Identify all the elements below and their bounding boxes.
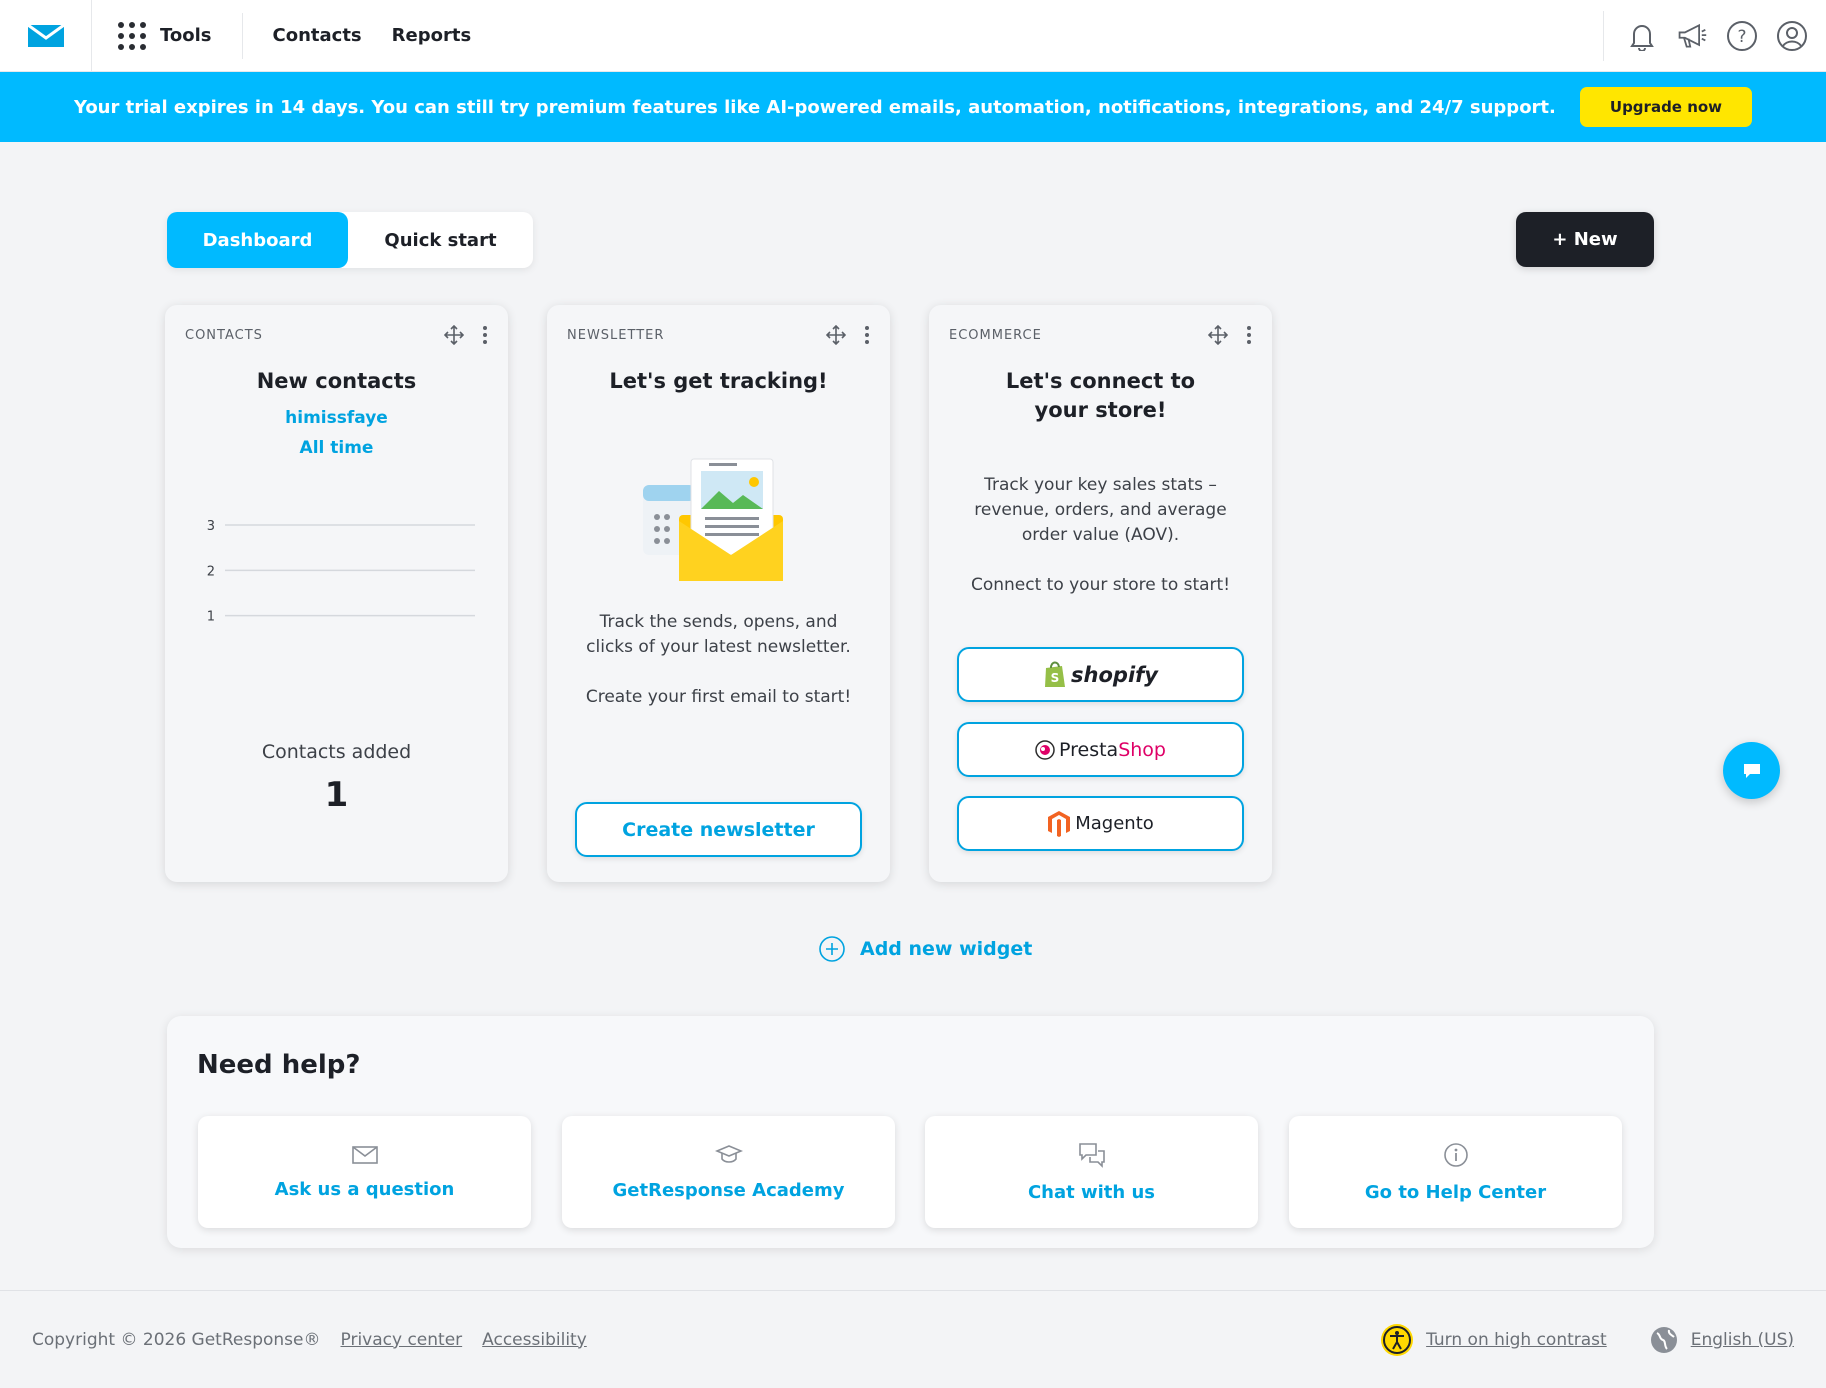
topbar-actions: ? <box>1603 10 1826 61</box>
globe-icon <box>1650 1326 1677 1353</box>
period-selector[interactable]: All time <box>195 436 478 461</box>
footer: Copyright © 2026 GetResponse® Privacy ce… <box>0 1290 1826 1388</box>
widget-title: Let's get tracking! <box>609 369 828 393</box>
widget-category: NEWSLETTER <box>567 327 665 343</box>
copyright-text: Copyright © 2026 GetResponse® <box>32 1329 321 1350</box>
upgrade-now-button[interactable]: Upgrade now <box>1579 87 1753 127</box>
privacy-center-link[interactable]: Privacy center <box>341 1330 463 1350</box>
ecommerce-description: Track your key sales stats – revenue, or… <box>974 475 1227 545</box>
widget-category: ECOMMERCE <box>949 327 1042 343</box>
accessibility-link[interactable]: Accessibility <box>482 1330 587 1350</box>
more-options-icon[interactable] <box>482 325 488 345</box>
add-new-widget-label: Add new widget <box>860 938 1033 960</box>
newsletter-widget: NEWSLETTER Let's get tracking! Track the… <box>547 305 890 882</box>
apps-grid-icon <box>118 21 146 50</box>
metric-label: Contacts added <box>261 741 412 763</box>
high-contrast-link[interactable]: Turn on high contrast <box>1426 1330 1607 1350</box>
academy-card[interactable]: GetResponse Academy <box>562 1116 895 1228</box>
magento-connect-button[interactable]: Magento <box>957 796 1244 851</box>
shopify-label: shopify <box>1071 662 1158 687</box>
metric-value: 1 <box>324 775 349 815</box>
help-card-label: GetResponse Academy <box>612 1179 845 1201</box>
widget-category: CONTACTS <box>185 327 263 343</box>
trial-message: Your trial expires in 14 days. You can s… <box>73 96 1556 118</box>
tools-menu[interactable]: Tools <box>92 12 243 59</box>
widget-title: Let's connect to your store! <box>1005 369 1196 422</box>
nav-reports[interactable]: Reports <box>392 25 472 46</box>
help-icon[interactable]: ? <box>1726 20 1758 52</box>
chart-y-tick-label: 1 <box>207 610 215 625</box>
need-help-section: Need help? Ask us a question GetResponse… <box>167 1016 1654 1248</box>
newsletter-hint: Create your first email to start! <box>585 687 852 707</box>
shopify-connect-button[interactable]: S shopify <box>957 647 1244 702</box>
ecommerce-widget: ECOMMERCE Let's connect to your store! T… <box>929 305 1272 882</box>
magento-logo-icon <box>1048 810 1071 837</box>
prestashop-logo-icon <box>1035 739 1055 760</box>
ask-question-card[interactable]: Ask us a question <box>198 1116 531 1228</box>
trial-banner: Your trial expires in 14 days. You can s… <box>0 72 1826 142</box>
help-card-label: Ask us a question <box>274 1178 455 1200</box>
tools-label: Tools <box>160 25 212 46</box>
prestashop-label: PrestaShop <box>1059 738 1166 761</box>
megaphone-icon[interactable] <box>1676 20 1708 52</box>
envelope-logo-icon[interactable] <box>0 0 92 72</box>
chat-bubbles-icon <box>1078 1142 1105 1168</box>
language-selector[interactable]: English (US) <box>1691 1330 1794 1350</box>
plus-circle-icon <box>819 936 845 962</box>
chat-icon <box>1743 763 1760 778</box>
info-icon <box>1443 1142 1468 1167</box>
graduation-cap-icon <box>714 1144 743 1163</box>
help-card-label: Chat with us <box>1027 1181 1156 1203</box>
prestashop-connect-button[interactable]: PrestaShop <box>957 722 1244 777</box>
more-options-icon[interactable] <box>1246 325 1252 345</box>
move-icon[interactable] <box>1208 325 1228 345</box>
help-card-label: Go to Help Center <box>1364 1181 1547 1203</box>
more-options-icon[interactable] <box>864 325 870 345</box>
top-navigation-bar: Tools Contacts Reports ? <box>0 0 1826 72</box>
chat-widget-button[interactable] <box>1723 742 1780 799</box>
new-button[interactable]: + New <box>1516 212 1654 267</box>
widget-title: New contacts <box>256 369 417 393</box>
help-title: Need help? <box>197 1050 361 1080</box>
newsletter-illustration <box>643 458 783 581</box>
tab-quick-start[interactable]: Quick start <box>348 212 533 268</box>
chat-with-us-card[interactable]: Chat with us <box>925 1116 1258 1228</box>
shopify-bag-icon: S <box>1045 660 1066 687</box>
nav-contacts[interactable]: Contacts <box>273 25 362 46</box>
move-icon[interactable] <box>826 325 846 345</box>
move-icon[interactable] <box>444 325 464 345</box>
chart-y-tick-label: 3 <box>207 519 215 534</box>
bell-icon[interactable] <box>1626 20 1658 52</box>
tab-dashboard[interactable]: Dashboard <box>167 212 348 268</box>
list-selector[interactable]: himissfaye <box>195 406 478 431</box>
contacts-chart: 321Jun 2026 <box>207 519 475 625</box>
account-icon[interactable] <box>1776 20 1808 52</box>
dashboard-tabs: Dashboard Quick start <box>167 212 533 268</box>
add-new-widget-button[interactable]: Add new widget <box>818 935 1032 963</box>
help-center-card[interactable]: Go to Help Center <box>1289 1116 1622 1228</box>
chart-y-tick-label: 2 <box>207 564 215 579</box>
envelope-icon <box>351 1145 378 1164</box>
accessibility-icon <box>1381 1323 1414 1356</box>
svg-text:?: ? <box>1737 27 1746 47</box>
svg-text:S: S <box>1051 671 1060 685</box>
ecommerce-hint: Connect to your store to start! <box>970 575 1231 595</box>
create-newsletter-button[interactable]: Create newsletter <box>575 802 862 857</box>
contacts-widget: CONTACTS New contacts himissfaye All tim… <box>165 305 508 882</box>
newsletter-description: Track the sends, opens, and clicks of yo… <box>586 612 851 657</box>
magento-label: Magento <box>1075 813 1154 834</box>
